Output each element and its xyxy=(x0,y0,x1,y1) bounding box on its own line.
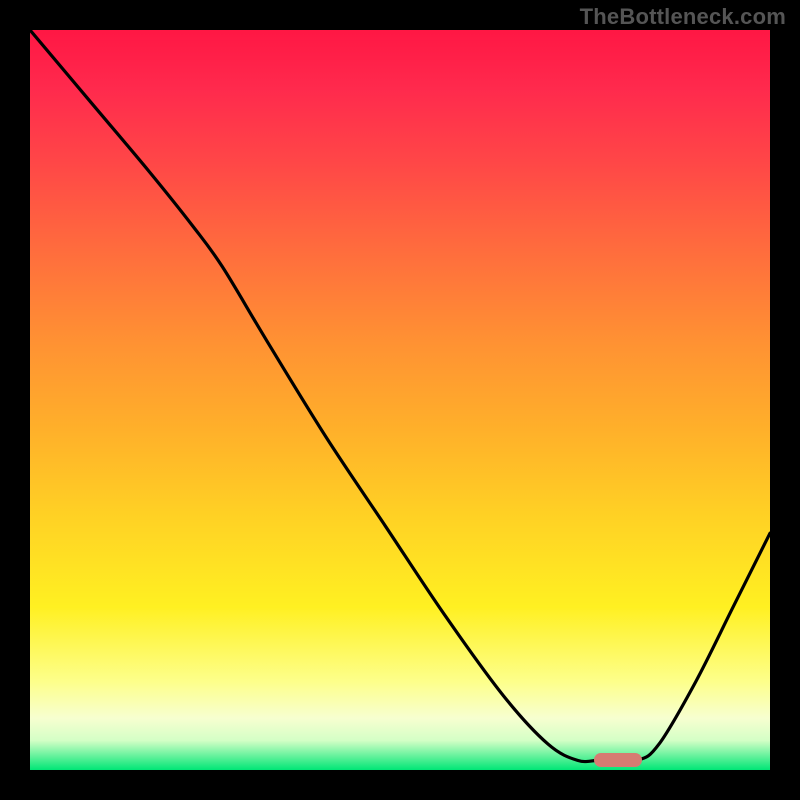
watermark-text: TheBottleneck.com xyxy=(580,4,786,30)
line-curve xyxy=(30,30,770,770)
optimum-marker xyxy=(594,753,642,767)
chart-area xyxy=(30,30,770,770)
